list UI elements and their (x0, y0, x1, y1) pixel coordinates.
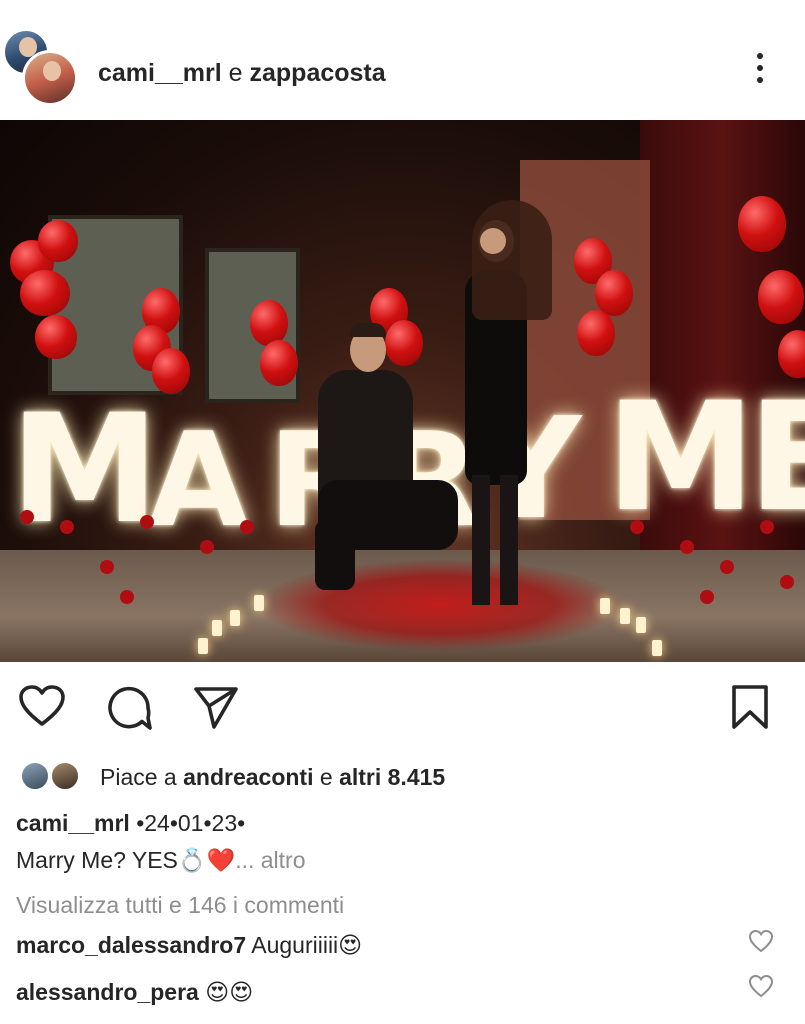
likes-others-count[interactable]: altri 8.415 (339, 764, 445, 790)
caption-text: Marry Me? YES💍❤️ (16, 847, 236, 873)
caption-text-row: Marry Me? YES💍❤️... altro (16, 845, 306, 875)
comment-like-heart-icon[interactable] (748, 973, 774, 999)
comment-text: Auguriiiii😍 (246, 932, 363, 958)
caption-more-link[interactable]: ... altro (235, 847, 305, 873)
likes-prefix: Piace a (100, 764, 184, 790)
avatar-group[interactable] (0, 28, 80, 108)
author-username[interactable]: cami__mrl (98, 59, 222, 87)
author-joiner: e (221, 59, 250, 87)
comment-bubble-icon[interactable] (106, 684, 154, 732)
comment-text: 😍😍 (198, 979, 254, 1005)
post-actions-bar (0, 662, 805, 754)
avatar-zappacosta[interactable] (22, 50, 78, 106)
post-header: cami__mrl e zappacosta (0, 0, 805, 120)
comment-username[interactable]: alessandro_pera (16, 979, 199, 1005)
photo-letter: E (748, 371, 805, 545)
view-all-comments-link[interactable]: Visualizza tutti e 146 i commenti (16, 890, 344, 920)
caption-date: •24•01•23• (129, 810, 246, 836)
caption-header: cami__mrl •24•01•23• (16, 808, 245, 838)
photo-letter: A (148, 404, 249, 556)
likes-middle: e (313, 764, 340, 790)
comment-row: alessandro_pera 😍😍 (16, 977, 253, 1007)
more-vertical-icon[interactable] (742, 48, 778, 88)
photo-letter: M (606, 371, 756, 545)
caption-username[interactable]: cami__mrl (16, 810, 130, 836)
post-author-names[interactable]: cami__mrl e zappacosta (98, 58, 386, 88)
liker-username[interactable]: andreaconti (183, 764, 313, 790)
post-photo[interactable]: M A R R Y M E (0, 120, 805, 662)
liker-avatar (20, 761, 50, 791)
paper-plane-icon[interactable] (192, 684, 240, 730)
comment-username[interactable]: marco_dalessandro7 (16, 932, 246, 958)
heart-outline-icon[interactable] (18, 684, 66, 728)
comment-row: marco_dalessandro7 Auguriiiii😍 (16, 930, 362, 960)
bookmark-icon[interactable] (730, 684, 770, 730)
coauthor-username[interactable]: zappacosta (250, 59, 386, 87)
likes-row[interactable]: Piace a andreaconti e altri 8.415 (0, 758, 805, 796)
likes-summary[interactable]: Piace a andreaconti e altri 8.415 (100, 762, 445, 792)
liker-avatar (50, 761, 80, 791)
photo-letter: M (10, 383, 160, 557)
comment-like-heart-icon[interactable] (748, 928, 774, 954)
